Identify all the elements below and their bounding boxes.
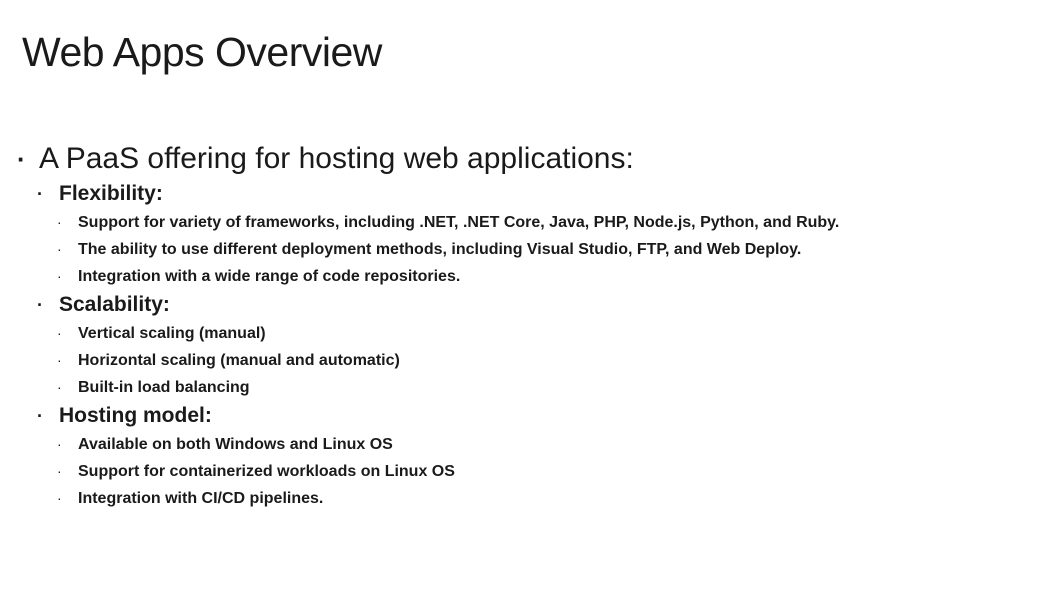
list-item-text: Support for containerized workloads on L… — [78, 463, 455, 480]
list-item: · Integration with a wide range of code … — [15, 263, 1037, 290]
slide: Web Apps Overview · A PaaS offering for … — [0, 0, 1047, 592]
list-item-text: Integration with a wide range of code re… — [78, 268, 461, 285]
bullet-dot-icon: · — [37, 184, 43, 204]
intro-bullet: · A PaaS offering for hosting web applic… — [15, 139, 1037, 179]
bullet-dot-icon: · — [57, 241, 62, 257]
list-item-text: Horizontal scaling (manual and automatic… — [78, 352, 400, 369]
section-heading-text: Flexibility: — [59, 182, 163, 205]
list-item: · Built-in load balancing — [15, 374, 1037, 401]
bullet-dot-icon: · — [57, 325, 62, 341]
bullet-list: · A PaaS offering for hosting web applic… — [15, 139, 1037, 512]
bullet-dot-icon: · — [57, 463, 62, 479]
bullet-dot-icon: · — [37, 295, 43, 315]
slide-title: Web Apps Overview — [22, 29, 382, 75]
bullet-dot-icon: · — [57, 379, 62, 395]
list-item-text: Support for variety of frameworks, inclu… — [78, 214, 840, 231]
bullet-dot-icon: · — [37, 406, 43, 426]
bullet-dot-icon: · — [57, 490, 62, 506]
list-item: · Available on both Windows and Linux OS — [15, 431, 1037, 458]
list-item: · Integration with CI/CD pipelines. — [15, 485, 1037, 512]
section-heading-text: Scalability: — [59, 293, 170, 316]
list-item: · Vertical scaling (manual) — [15, 320, 1037, 347]
list-item-text: Available on both Windows and Linux OS — [78, 436, 393, 453]
list-item: · Horizontal scaling (manual and automat… — [15, 347, 1037, 374]
section-heading-hosting-model: · Hosting model: — [15, 401, 1037, 431]
list-item-text: Built-in load balancing — [78, 379, 250, 396]
list-item: · Support for variety of frameworks, inc… — [15, 209, 1037, 236]
bullet-dot-icon: · — [17, 144, 26, 174]
section-heading-scalability: · Scalability: — [15, 290, 1037, 320]
list-item: · The ability to use different deploymen… — [15, 236, 1037, 263]
list-item: · Support for containerized workloads on… — [15, 458, 1037, 485]
section-heading-flexibility: · Flexibility: — [15, 179, 1037, 209]
bullet-dot-icon: · — [57, 268, 62, 284]
bullet-dot-icon: · — [57, 436, 62, 452]
bullet-dot-icon: · — [57, 352, 62, 368]
bullet-dot-icon: · — [57, 214, 62, 230]
list-item-text: Vertical scaling (manual) — [78, 325, 266, 342]
list-item-text: The ability to use different deployment … — [78, 241, 802, 258]
intro-text: A PaaS offering for hosting web applicat… — [39, 142, 634, 175]
section-heading-text: Hosting model: — [59, 404, 212, 427]
list-item-text: Integration with CI/CD pipelines. — [78, 490, 324, 507]
